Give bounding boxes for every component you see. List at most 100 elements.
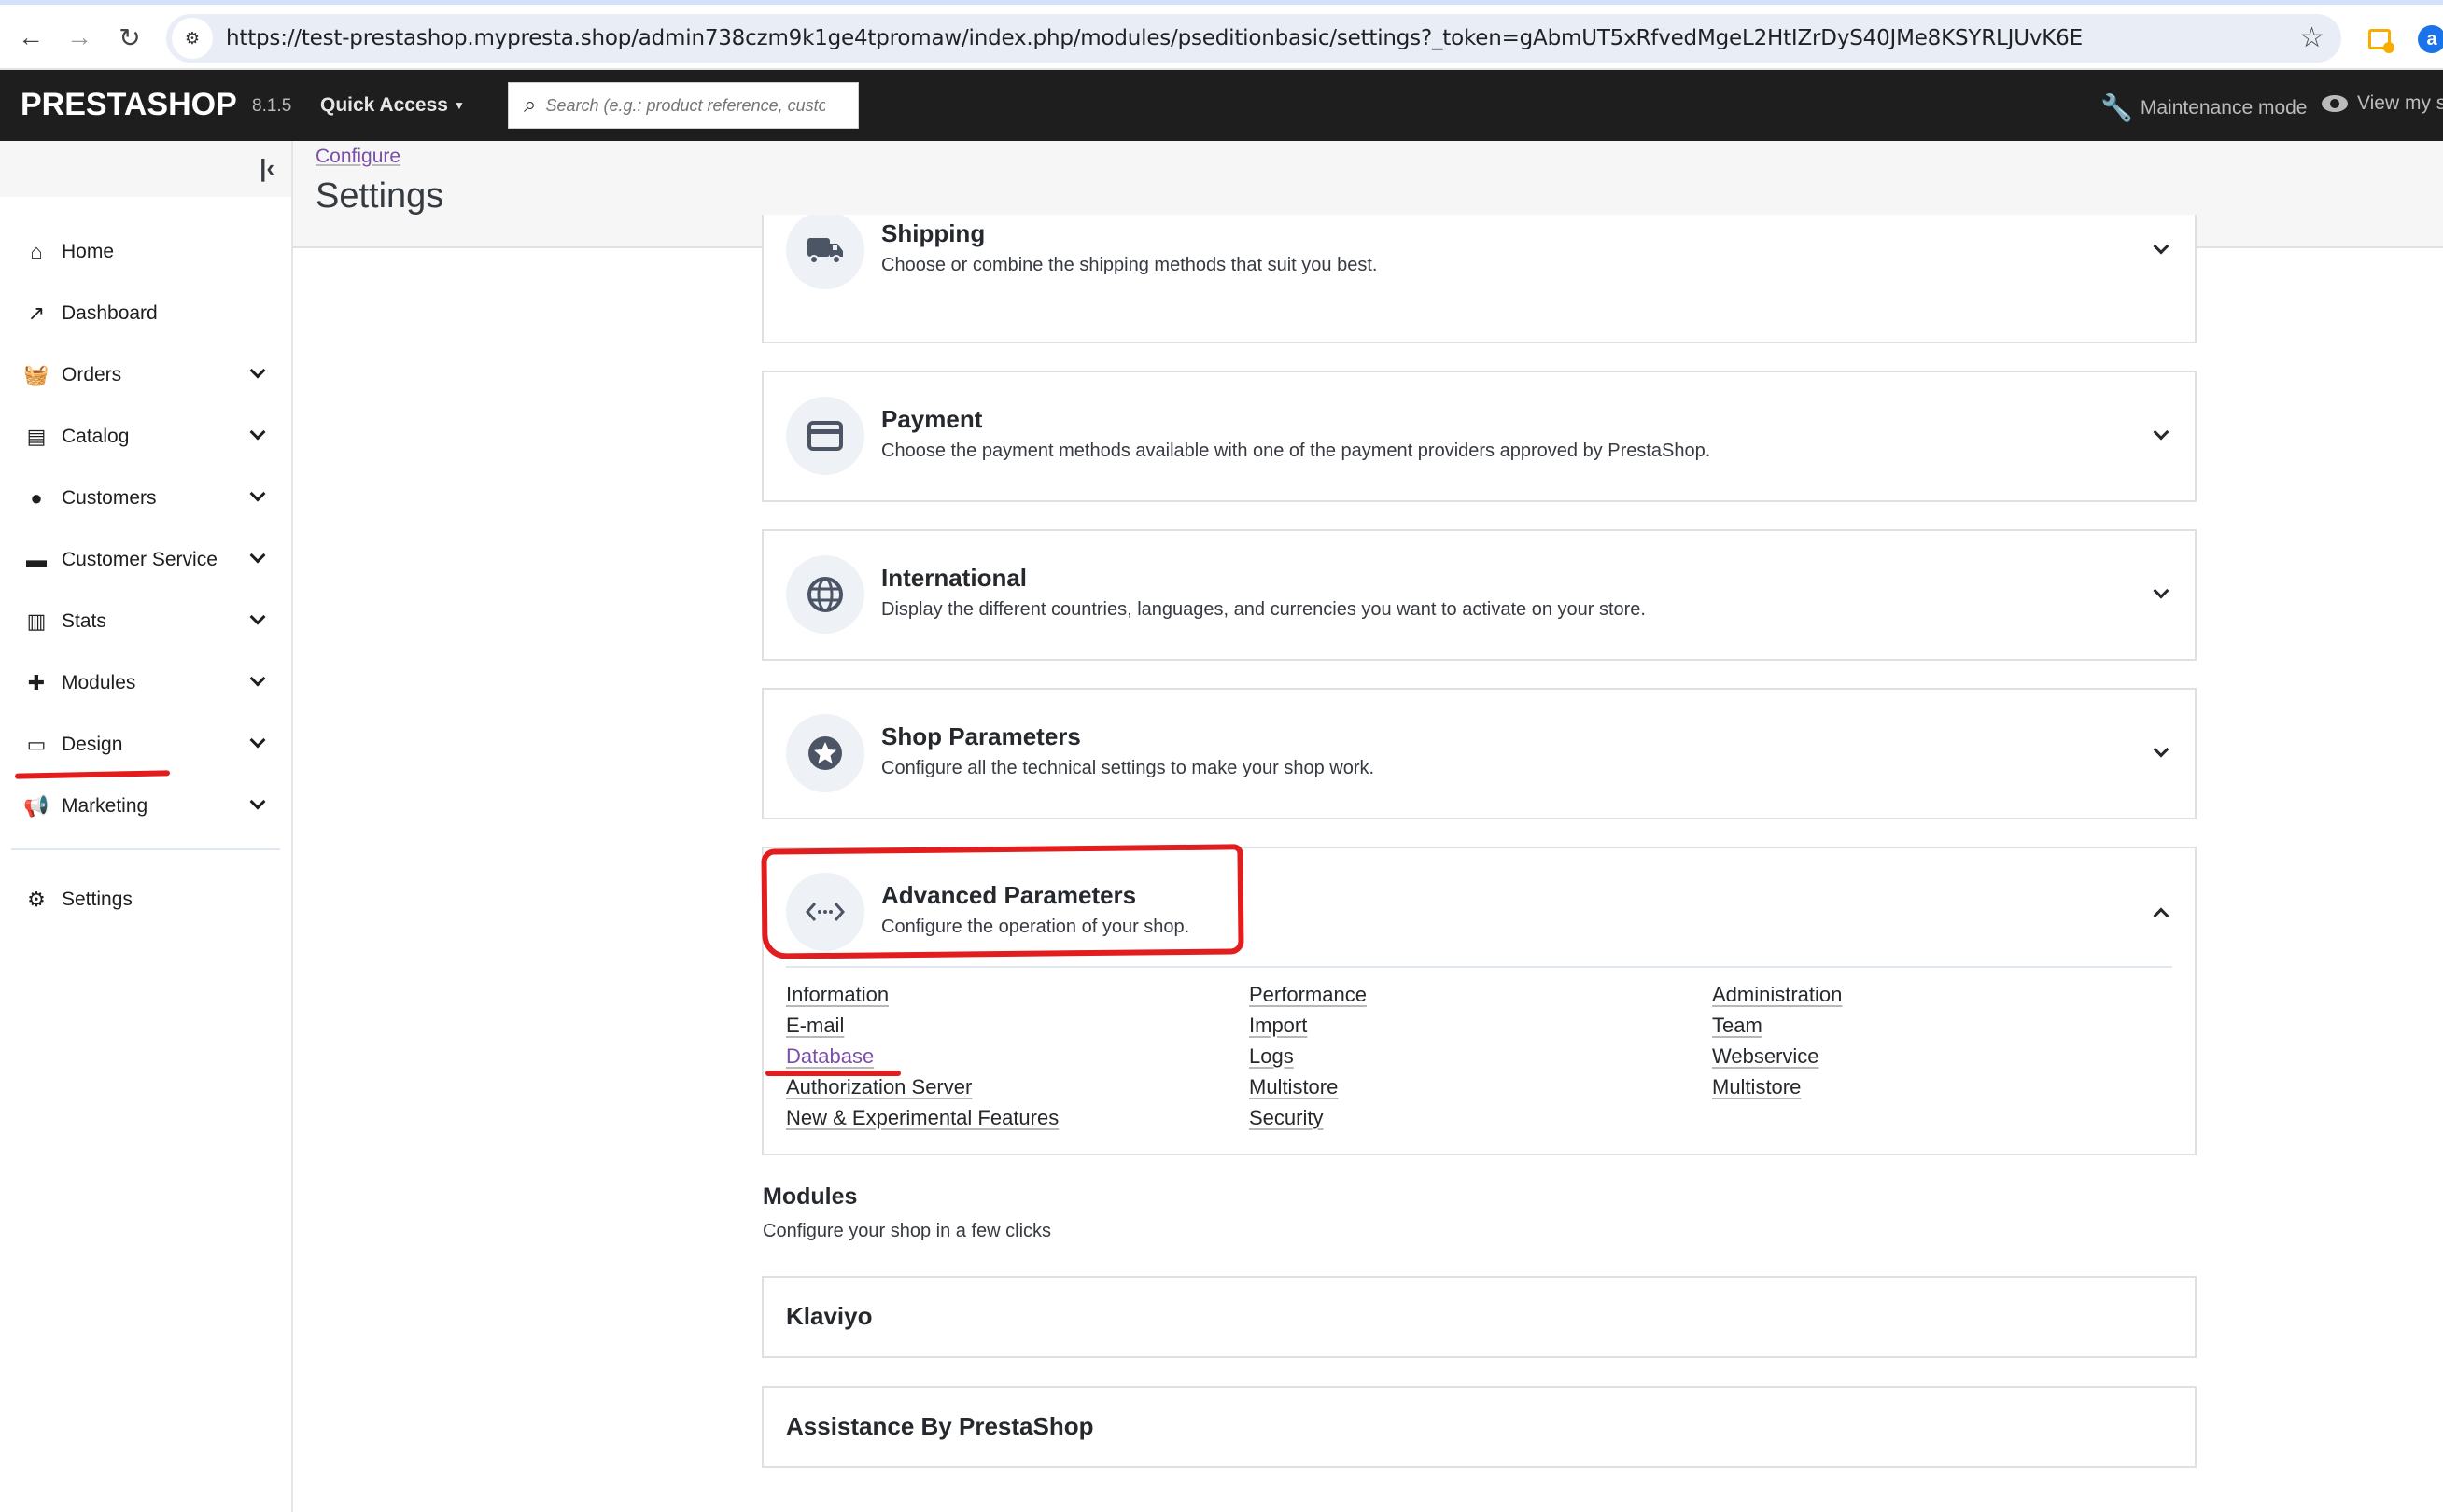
section-title: Shop Parameters — [881, 722, 1081, 750]
bookmark-star-icon[interactable]: ☆ — [2299, 21, 2324, 54]
sidebar-top: |‹ — [0, 141, 291, 197]
chevron-down-icon[interactable] — [249, 547, 266, 564]
chevron-down-icon[interactable] — [2153, 582, 2169, 599]
search-input[interactable] — [545, 95, 826, 116]
chevron-down-icon[interactable] — [249, 793, 266, 810]
links-column: Administration Team Webservice Multistor… — [1712, 979, 2175, 1133]
sidebar-item-customers[interactable]: ● Customers — [0, 468, 291, 529]
section-card-advanced-parameters[interactable]: Advanced Parameters Configure the operat… — [762, 847, 2197, 1155]
link-webservice[interactable]: Webservice — [1712, 1041, 2175, 1071]
section-description: Configure the operation of your shop. — [881, 917, 1190, 937]
section-header[interactable]: Advanced Parameters Configure the operat… — [764, 848, 2195, 975]
collapse-sidebar-icon[interactable]: |‹ — [260, 154, 274, 183]
link-new-experimental-features[interactable]: New & Experimental Features — [786, 1102, 1249, 1133]
version-label: 8.1.5 — [252, 96, 292, 116]
sidebar-item-marketing[interactable]: 📢 Marketing — [0, 776, 291, 837]
sidebar-item-label: Catalog — [62, 426, 130, 447]
link-multistore[interactable]: Multistore — [1249, 1071, 1712, 1102]
chevron-down-icon[interactable] — [249, 670, 266, 687]
sidebar-item-home[interactable]: ⌂ Home — [0, 221, 291, 283]
extension-download-icon[interactable] — [2368, 29, 2394, 53]
credit-card-icon — [786, 397, 864, 475]
quick-access-dropdown[interactable]: Quick Access ▼ — [320, 94, 465, 117]
chevron-down-icon[interactable] — [249, 424, 266, 441]
sidebar-item-label: Orders — [62, 364, 122, 385]
section-title: Shipping — [881, 219, 986, 247]
section-header[interactable]: Shop Parameters Configure all the techni… — [764, 690, 2195, 817]
link-import[interactable]: Import — [1249, 1010, 1712, 1041]
section-card-shipping[interactable]: Shipping Choose or combine the shipping … — [762, 215, 2197, 343]
section-description: Choose or combine the shipping methods t… — [881, 255, 1378, 275]
sidebar-item-stats[interactable]: ▥ Stats — [0, 591, 291, 652]
sidebar-item-label: Customer Service — [62, 549, 218, 570]
modules-subtitle: Configure your shop in a few clicks — [763, 1221, 1052, 1241]
maintenance-mode-link[interactable]: 🔧 Maintenance mode — [2100, 92, 2308, 123]
reload-button[interactable]: ↻ — [114, 21, 146, 53]
link-information[interactable]: Information — [786, 979, 1249, 1010]
module-title: Klaviyo — [786, 1302, 873, 1330]
section-header[interactable]: International Display the different coun… — [764, 531, 2195, 658]
breadcrumb-configure[interactable]: Configure — [316, 146, 400, 168]
link-email[interactable]: E-mail — [786, 1010, 1249, 1041]
bar-chart-icon: ▥ — [26, 609, 47, 633]
section-header[interactable]: Shipping Choose or combine the shipping … — [764, 215, 2195, 314]
section-description: Choose the payment methods available wit… — [881, 441, 1711, 461]
monitor-icon: ▭ — [26, 733, 47, 756]
module-card-klaviyo[interactable]: Klaviyo — [762, 1276, 2197, 1358]
sidebar-item-design[interactable]: ▭ Design — [0, 714, 291, 776]
search-box[interactable]: ⌕ — [508, 82, 859, 129]
section-card-payment[interactable]: Payment Choose the payment methods avail… — [762, 371, 2197, 502]
maintenance-mode-label: Maintenance mode — [2140, 96, 2308, 119]
url-text[interactable]: https://test-prestashop.mypresta.shop/ad… — [226, 26, 2083, 50]
links-column: Information E-mail Database Authorizatio… — [786, 979, 1249, 1133]
prestashop-logo[interactable]: PRESTASHOP — [21, 87, 237, 123]
link-multistore-2[interactable]: Multistore — [1712, 1071, 2175, 1102]
sidebar-item-label: Settings — [62, 889, 133, 910]
link-security[interactable]: Security — [1249, 1102, 1712, 1133]
section-card-shop-parameters[interactable]: Shop Parameters Configure all the techni… — [762, 688, 2197, 819]
sidebar-item-catalog[interactable]: ▤ Catalog — [0, 406, 291, 468]
link-team[interactable]: Team — [1712, 1010, 2175, 1041]
sidebar-item-label: Stats — [62, 610, 106, 632]
links-column: Performance Import Logs Multistore Secur… — [1249, 979, 1712, 1133]
sidebar-item-dashboard[interactable]: ↗ Dashboard — [0, 283, 291, 344]
section-card-international[interactable]: International Display the different coun… — [762, 529, 2197, 661]
account-circle-icon: ● — [30, 486, 43, 510]
puzzle-icon: ✚ — [27, 671, 46, 694]
address-bar[interactable]: ⚙ https://test-prestashop.mypresta.shop/… — [166, 14, 2341, 63]
sidebar-item-label: Customers — [62, 487, 157, 509]
chevron-down-icon[interactable] — [2153, 424, 2169, 441]
link-database[interactable]: Database — [786, 1041, 1249, 1071]
chevron-down-icon[interactable] — [249, 732, 266, 749]
sidebar-item-settings[interactable]: ⚙ Settings — [0, 869, 291, 931]
chevron-down-icon[interactable] — [249, 485, 266, 502]
link-logs[interactable]: Logs — [1249, 1041, 1712, 1071]
link-administration[interactable]: Administration — [1712, 979, 2175, 1010]
chevron-down-icon[interactable] — [249, 609, 266, 625]
arrow-left-icon: ← — [18, 22, 44, 51]
annotation-underline-database — [765, 1071, 901, 1076]
chevron-down-icon[interactable] — [2153, 238, 2169, 255]
chevron-down-icon[interactable] — [2153, 741, 2169, 758]
sidebar: |‹ ⌂ Home ↗ Dashboard 🧺 Orders ▤ Catalog… — [0, 141, 293, 1512]
sidebar-item-customer-service[interactable]: ▬ Customer Service — [0, 529, 291, 591]
caret-down-icon: ▼ — [453, 99, 465, 113]
basket-icon: 🧺 — [23, 363, 49, 386]
back-button[interactable]: ← — [15, 21, 47, 53]
admin-header: PRESTASHOP 8.1.5 Quick Access ▼ ⌕ 🔧 Maint… — [0, 70, 2443, 141]
sidebar-item-modules[interactable]: ✚ Modules — [0, 652, 291, 714]
search-icon: ⌕ — [524, 92, 537, 118]
section-header[interactable]: Payment Choose the payment methods avail… — [764, 372, 2195, 499]
chevron-up-icon[interactable] — [2153, 907, 2169, 924]
extension-icon[interactable]: a — [2418, 25, 2443, 53]
view-store-link[interactable]: View my st — [2322, 92, 2443, 115]
forward-button[interactable]: → — [63, 21, 95, 53]
site-info-button[interactable]: ⚙ — [172, 18, 213, 59]
module-card-assistance[interactable]: Assistance By PrestaShop — [762, 1386, 2197, 1468]
chat-icon: ▬ — [26, 548, 47, 571]
sidebar-item-orders[interactable]: 🧺 Orders — [0, 344, 291, 406]
sidebar-item-label: Modules — [62, 672, 136, 693]
chevron-down-icon[interactable] — [249, 362, 266, 379]
link-performance[interactable]: Performance — [1249, 979, 1712, 1010]
megaphone-icon: 📢 — [23, 794, 49, 818]
